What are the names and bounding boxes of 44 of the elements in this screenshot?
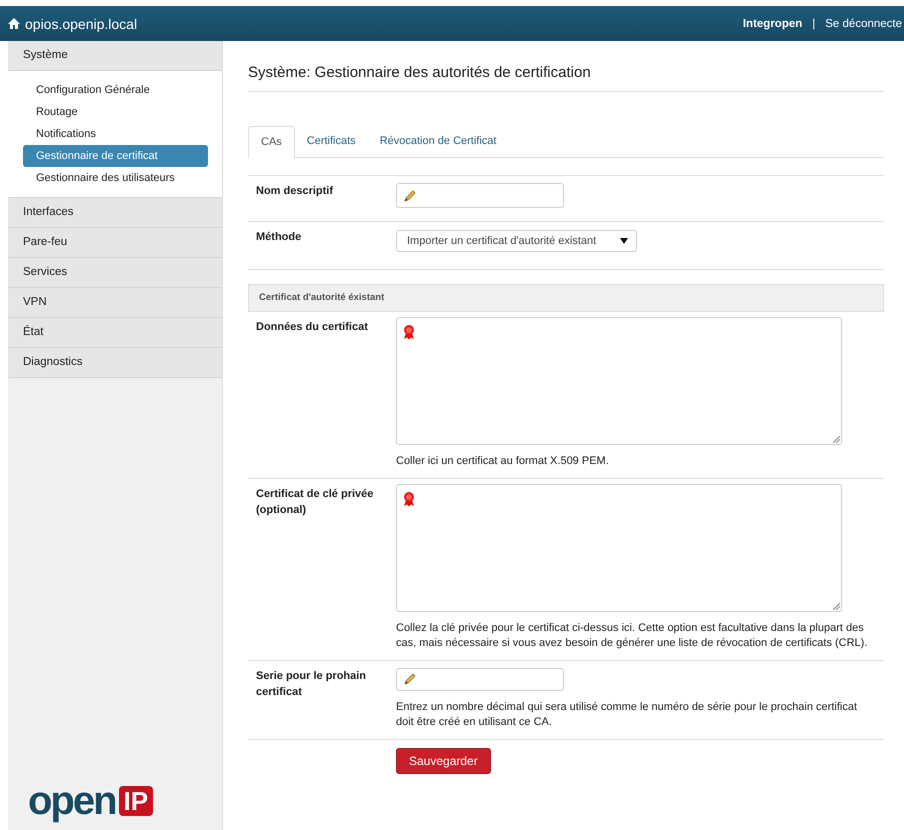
menu-section[interactable]: Services [8, 258, 222, 288]
home-icon [8, 18, 20, 29]
ribbon-icon [403, 324, 415, 340]
separator: | [812, 18, 816, 30]
field-label: Nom descriptif [256, 184, 334, 199]
tab[interactable]: Certificats [294, 126, 368, 157]
help-text: Coller ici un certificat au format X.509 PEM. [396, 454, 610, 469]
method-dropdown[interactable]: Importer un certificat d'autorité existant [396, 230, 637, 252]
resize-handle-icon[interactable] [833, 602, 840, 610]
pencil-icon [403, 672, 417, 686]
resize-handle-icon[interactable] [833, 436, 840, 443]
tab[interactable]: Révocation de Certificat [368, 126, 508, 157]
menu-item[interactable]: Configuration Générale [23, 79, 208, 101]
input-field[interactable] [396, 183, 564, 208]
ribbon-icon [403, 490, 415, 506]
caret-icon [620, 238, 628, 244]
logo: open IP [8, 780, 222, 830]
menu-item[interactable]: Notifications [23, 123, 208, 145]
tab[interactable]: CAs [248, 126, 295, 159]
logout-link[interactable]: Se déconnecte [825, 18, 902, 30]
menu-item[interactable]: Gestionnaire des utilisateurs [23, 167, 208, 189]
section-header: Certificat d'autorité éxistant [248, 284, 884, 312]
field-label: Méthode [256, 230, 302, 245]
save-button[interactable]: Sauvegarder [396, 748, 491, 774]
field-note: (optional) [256, 502, 308, 518]
menu-section[interactable]: Système [8, 41, 222, 71]
help-text: Collez la clé privée pour le certificat ci-dessus ici. Cette option est facultative dans la plupart des cas, mais nécessaire si vous avez besoin de générer une liste de révocation de certificats (CRL). [396, 620, 868, 651]
pencil-icon [403, 188, 417, 202]
menu-item[interactable]: Gestionnaire de certificat [23, 145, 208, 167]
menu-section[interactable]: Interfaces [8, 198, 222, 228]
text-area[interactable] [396, 317, 842, 445]
help-text: Entrez un nombre décimal qui sera utilisé comme le numéro de série pour le prochain certificat doit être créé en utilisant ce CA. [396, 700, 858, 730]
host-name: opios.openip.local [25, 16, 138, 32]
menu-section[interactable]: Diagnostics [8, 348, 222, 378]
field-label: Données du certificat [256, 320, 369, 335]
menu-item[interactable]: Routage [23, 101, 208, 123]
menu-section[interactable]: Pare-feu [8, 228, 222, 258]
field-label: Certificat de clé privée [256, 486, 374, 502]
input-field[interactable] [396, 668, 564, 690]
menu-section[interactable]: VPN [8, 288, 222, 318]
menu-section[interactable]: État [8, 318, 222, 348]
field-label: Serie pour le prohain certificat [256, 668, 368, 700]
user-link[interactable]: Integropen [742, 18, 802, 30]
page-title: Système: Gestionnaire des autorités de certification [248, 64, 884, 92]
